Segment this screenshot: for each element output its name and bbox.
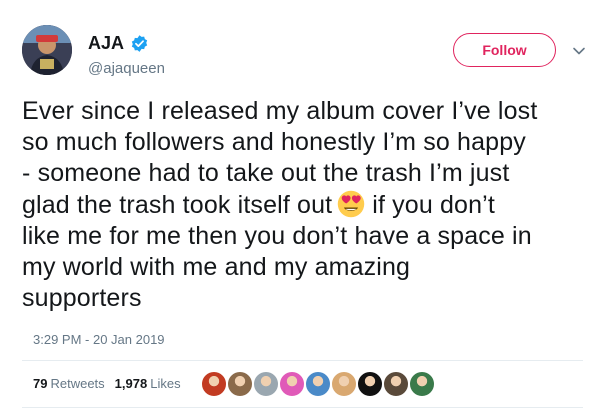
avatar[interactable] <box>22 25 72 75</box>
tweet-line: like me for me then you don’t have a spa… <box>22 222 532 250</box>
heart-eyes-emoji-icon <box>334 189 368 219</box>
user-handle[interactable]: @ajaqueen <box>88 60 165 77</box>
liker-avatar[interactable] <box>304 370 332 398</box>
tweet-line: so much followers and honestly I’m so ha… <box>22 128 526 156</box>
verified-badge-icon <box>130 34 149 53</box>
tweet-line: supporters <box>22 284 142 312</box>
liker-avatar[interactable] <box>330 370 358 398</box>
display-name-text: AJA <box>88 33 125 53</box>
tweet-text: Ever since I released my album cover I’v… <box>22 96 592 314</box>
divider <box>22 407 583 408</box>
liker-avatar[interactable] <box>278 370 306 398</box>
liker-avatars <box>200 370 436 398</box>
chevron-down-icon[interactable] <box>572 44 586 58</box>
likes-count: 1,978 <box>114 376 148 391</box>
liker-avatar[interactable] <box>408 370 436 398</box>
liker-avatar[interactable] <box>226 370 254 398</box>
tweet-line-part: glad the trash took itself out <box>22 191 333 219</box>
tweet-line: glad the trash took itself out if you don… <box>22 189 592 221</box>
retweets-label: Retweets <box>50 376 105 391</box>
liker-avatar[interactable] <box>252 370 280 398</box>
display-name[interactable]: AJA <box>88 33 149 54</box>
liker-avatar[interactable] <box>356 370 384 398</box>
liker-avatar[interactable] <box>200 370 228 398</box>
avatar-photo <box>22 25 72 75</box>
tweet-line: my world with me and my amazing <box>22 253 411 281</box>
retweets-count: 79 <box>33 376 48 391</box>
tweet-line-part: if you don’t <box>372 191 495 219</box>
divider <box>22 360 583 361</box>
tweet-line: Ever since I released my album cover I’v… <box>22 97 538 125</box>
likes-stat[interactable]: 1,978 Likes <box>115 376 181 391</box>
tweet-line: - someone had to take out the trash I’m … <box>22 159 510 187</box>
timestamp[interactable]: 3:29 PM - 20 Jan 2019 <box>33 332 165 347</box>
retweets-stat[interactable]: 79 Retweets <box>33 376 105 391</box>
likes-label: Likes <box>150 376 181 391</box>
follow-button[interactable]: Follow <box>453 33 556 67</box>
liker-avatar[interactable] <box>382 370 410 398</box>
tweet-stats: 79 Retweets 1,978 Likes <box>33 376 181 391</box>
